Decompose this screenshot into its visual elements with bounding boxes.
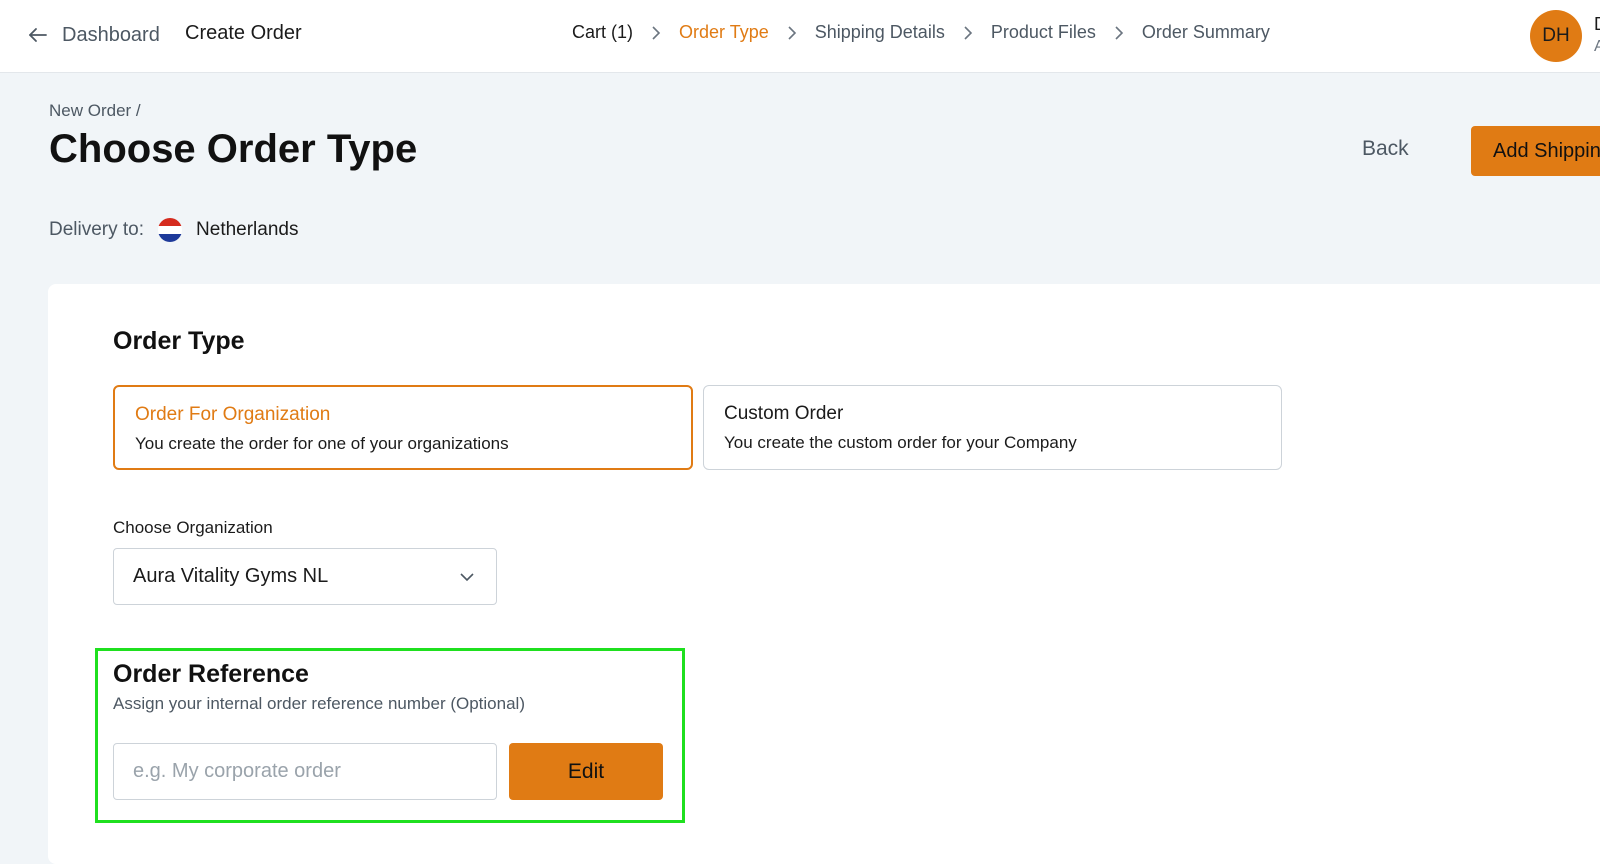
delivery-country: Netherlands	[196, 219, 299, 240]
netherlands-flag-icon	[158, 218, 183, 242]
chevron-right-icon	[1096, 25, 1142, 40]
top-bar: Dashboard Create Order Cart (1) Order Ty…	[0, 0, 1600, 73]
option-custom-order[interactable]: Custom Order You create the custom order…	[703, 385, 1282, 470]
chevron-right-icon	[945, 25, 991, 40]
option-title: Custom Order	[724, 403, 844, 424]
user-name: D	[1594, 14, 1600, 35]
chevron-right-icon	[633, 25, 679, 40]
user-role: A	[1594, 38, 1600, 55]
step-order-type[interactable]: Order Type	[679, 22, 769, 43]
step-shipping-details[interactable]: Shipping Details	[815, 22, 945, 43]
order-type-heading: Order Type	[113, 327, 245, 355]
chevron-right-icon	[769, 25, 815, 40]
organization-select[interactable]: Aura Vitality Gyms NL	[113, 548, 497, 605]
order-reference-heading: Order Reference	[113, 660, 309, 688]
chevron-down-icon	[460, 572, 474, 581]
delivery-info: Delivery to: Netherlands	[49, 218, 298, 242]
add-shipping-button[interactable]: Add Shipping	[1471, 126, 1600, 176]
step-cart[interactable]: Cart (1)	[572, 22, 633, 43]
delivery-label: Delivery to:	[49, 219, 145, 240]
order-steps: Cart (1) Order Type Shipping Details Pro…	[572, 22, 1270, 43]
arrow-left-icon	[29, 28, 47, 42]
back-link-label: Dashboard	[62, 23, 160, 46]
header-title: Create Order	[185, 22, 302, 44]
option-order-for-organization[interactable]: Order For Organization You create the or…	[113, 385, 693, 470]
step-order-summary[interactable]: Order Summary	[1142, 22, 1270, 43]
order-reference-input[interactable]	[113, 743, 497, 800]
option-description: You create the custom order for your Com…	[724, 433, 1077, 452]
edit-button[interactable]: Edit	[509, 743, 663, 800]
step-product-files[interactable]: Product Files	[991, 22, 1096, 43]
back-to-dashboard-link[interactable]: Dashboard	[26, 20, 160, 50]
breadcrumb[interactable]: New Order /	[49, 101, 141, 121]
option-description: You create the order for one of your org…	[135, 434, 509, 453]
back-button[interactable]: Back	[1362, 137, 1409, 161]
order-reference-subtitle: Assign your internal order reference num…	[113, 694, 525, 713]
organization-select-value: Aura Vitality Gyms NL	[133, 565, 329, 587]
page-title: Choose Order Type	[49, 127, 418, 171]
choose-organization-label: Choose Organization	[113, 518, 273, 537]
option-title: Order For Organization	[135, 404, 331, 425]
avatar[interactable]: DH	[1530, 10, 1582, 62]
